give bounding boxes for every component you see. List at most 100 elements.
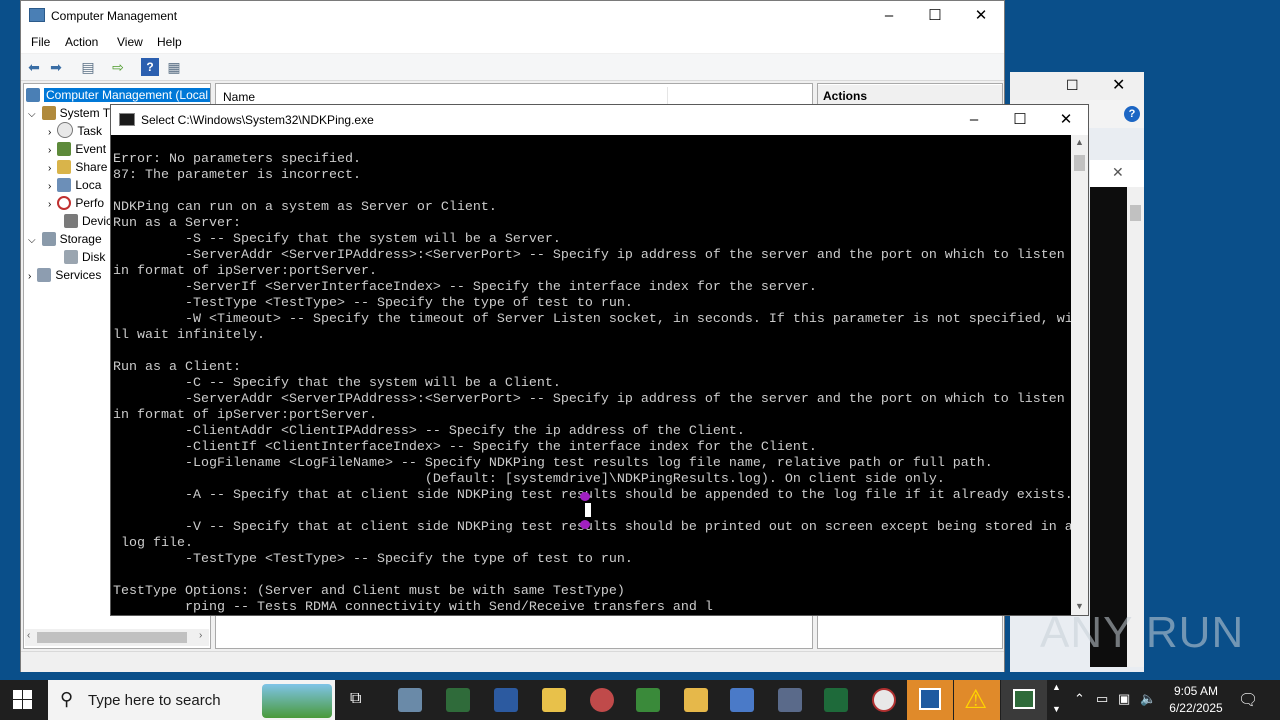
chevron-down-icon[interactable]: ⌵: [28, 109, 36, 120]
minimize-button[interactable]: –: [951, 105, 997, 135]
column-name[interactable]: Name: [223, 90, 255, 104]
terminal-icon[interactable]: [824, 688, 848, 712]
scroll-thumb[interactable]: [1130, 205, 1141, 221]
console-line: -TestType <TestType> -- Specify the type…: [113, 552, 633, 567]
file-explorer-icon[interactable]: [684, 688, 708, 712]
battery-icon[interactable]: ▭: [1096, 691, 1108, 707]
performance-taskbar-icon[interactable]: [872, 688, 896, 712]
console-line: -ServerAddr <ServerIPAddress>:<ServerPor…: [113, 392, 1065, 407]
tree-item-shared-folders[interactable]: › Share: [48, 158, 107, 176]
menu-help[interactable]: Help: [157, 35, 182, 49]
tree-item-performance[interactable]: › Perfo: [48, 194, 104, 212]
menu-view[interactable]: View: [117, 35, 143, 49]
menu-action[interactable]: Action: [65, 35, 98, 49]
show-hide-action-pane-icon[interactable]: ▦: [165, 58, 183, 76]
console-line: -ServerAddr <ServerIPAddress>:<ServerPor…: [113, 248, 1065, 263]
taskbar-warning-app[interactable]: ⚠: [954, 680, 1000, 720]
back-arrow-icon[interactable]: ⬅: [25, 58, 43, 76]
search-icon: ⚲: [60, 689, 74, 709]
actions-title: Actions: [823, 89, 868, 103]
menu-file[interactable]: File: [31, 35, 50, 49]
tree-label: Storage: [59, 232, 102, 246]
disk-icon: [64, 250, 78, 264]
taskbar-console-app[interactable]: [1001, 680, 1047, 720]
tree-item-root[interactable]: Computer Management (Local: [26, 86, 211, 104]
maximize-icon[interactable]: ☐: [1066, 77, 1079, 94]
chevron-up-icon[interactable]: ▲: [1052, 682, 1061, 692]
app-icon[interactable]: [446, 688, 470, 712]
tree-label: Devic: [82, 214, 113, 228]
scroll-right-icon[interactable]: ›: [199, 630, 202, 641]
console-line: -ClientAddr <ClientIPAddress> -- Specify…: [113, 424, 745, 439]
chevron-right-icon[interactable]: ›: [28, 271, 31, 282]
tree-item-system-tools[interactable]: ⌵ System T: [28, 104, 110, 122]
start-button[interactable]: [13, 690, 33, 710]
performance-icon: [57, 196, 72, 210]
scroll-thumb[interactable]: [1074, 155, 1085, 171]
network-icon[interactable]: [590, 688, 614, 712]
maximize-button[interactable]: ☐: [997, 105, 1043, 135]
tree-item-task-scheduler[interactable]: › Task: [48, 122, 102, 140]
help-icon[interactable]: ?: [1124, 106, 1140, 122]
shared-folder-icon: [57, 160, 72, 174]
scroll-left-icon[interactable]: ‹: [27, 630, 30, 641]
tree-item-disk-management[interactable]: Disk: [64, 248, 105, 266]
tree-label: Computer Management (Local: [44, 88, 211, 102]
document-icon[interactable]: [730, 688, 754, 712]
chevron-right-icon[interactable]: ›: [48, 163, 51, 174]
show-hide-tree-icon[interactable]: ▤: [79, 58, 97, 76]
minimize-button[interactable]: –: [866, 1, 912, 31]
windows-logo-icon: [13, 690, 22, 699]
scroll-up-icon[interactable]: ▲: [1071, 137, 1088, 147]
network-tray-icon[interactable]: ▣: [1118, 691, 1130, 707]
background-scrollbar[interactable]: [1127, 187, 1144, 667]
maximize-button[interactable]: ☐: [912, 1, 958, 31]
close-icon[interactable]: ✕: [1112, 164, 1124, 181]
background-window-titlebar: ☐ ✕: [1010, 72, 1144, 100]
tree-item-storage[interactable]: ⌵ Storage: [28, 230, 102, 248]
computer-management-taskbar-icon[interactable]: [398, 688, 422, 712]
window-icon: [919, 688, 941, 710]
console-line: rping -- Tests RDMA connectivity with Se…: [113, 600, 713, 614]
checklist-icon[interactable]: [494, 688, 518, 712]
warning-icon: ⚠: [964, 684, 988, 714]
console-line: -C -- Specify that the system will be a …: [113, 376, 561, 391]
forward-arrow-icon[interactable]: ➡: [47, 58, 65, 76]
scroll-thumb[interactable]: [37, 632, 187, 643]
chevron-down-icon[interactable]: ▼: [1052, 704, 1061, 714]
tree-item-local-users[interactable]: › Loca: [48, 176, 101, 194]
chevron-right-icon[interactable]: ›: [48, 127, 51, 138]
console-line: -ClientIf <ClientInterfaceIndex> -- Spec…: [113, 440, 817, 455]
clock-icon: [57, 122, 74, 138]
chevron-down-icon[interactable]: ⌵: [28, 235, 36, 246]
tree-label: Perfo: [75, 196, 105, 210]
file-icon[interactable]: [542, 688, 566, 712]
tree-item-device-manager[interactable]: Devic: [64, 212, 112, 230]
task-view-icon[interactable]: ⧉: [350, 690, 361, 708]
console-output[interactable]: Error: No parameters specified. 87: The p…: [113, 152, 1073, 614]
tree-item-services[interactable]: › Services: [28, 266, 101, 284]
settings-app-icon[interactable]: [778, 688, 802, 712]
taskbar-active-app[interactable]: [907, 680, 953, 720]
notification-center-icon[interactable]: 🗨: [1238, 690, 1258, 710]
chevron-right-icon[interactable]: ›: [48, 145, 51, 156]
close-icon[interactable]: ✕: [1112, 75, 1125, 95]
show-hidden-icons-icon[interactable]: ⌃: [1074, 691, 1085, 707]
chevron-right-icon[interactable]: ›: [48, 199, 51, 210]
export-list-icon[interactable]: ⇨: [109, 58, 127, 76]
close-button[interactable]: ✕: [1043, 105, 1089, 135]
taskbar-search-box[interactable]: ⚲ Type here to search: [48, 680, 335, 720]
background-panel: ✕: [1090, 160, 1144, 189]
volume-icon[interactable]: 🔈: [1140, 691, 1156, 707]
tree-item-event-viewer[interactable]: › Event: [48, 140, 106, 158]
console-vertical-scrollbar[interactable]: ▲ ▼: [1071, 135, 1088, 615]
help-icon[interactable]: ?: [141, 58, 159, 76]
console-line: -TestType <TestType> -- Specify the type…: [113, 296, 633, 311]
chevron-right-icon[interactable]: ›: [48, 181, 51, 192]
clock[interactable]: 9:05 AM 6/22/2025: [1160, 683, 1232, 717]
chart-icon[interactable]: [636, 688, 660, 712]
close-button[interactable]: ✕: [958, 1, 1004, 31]
